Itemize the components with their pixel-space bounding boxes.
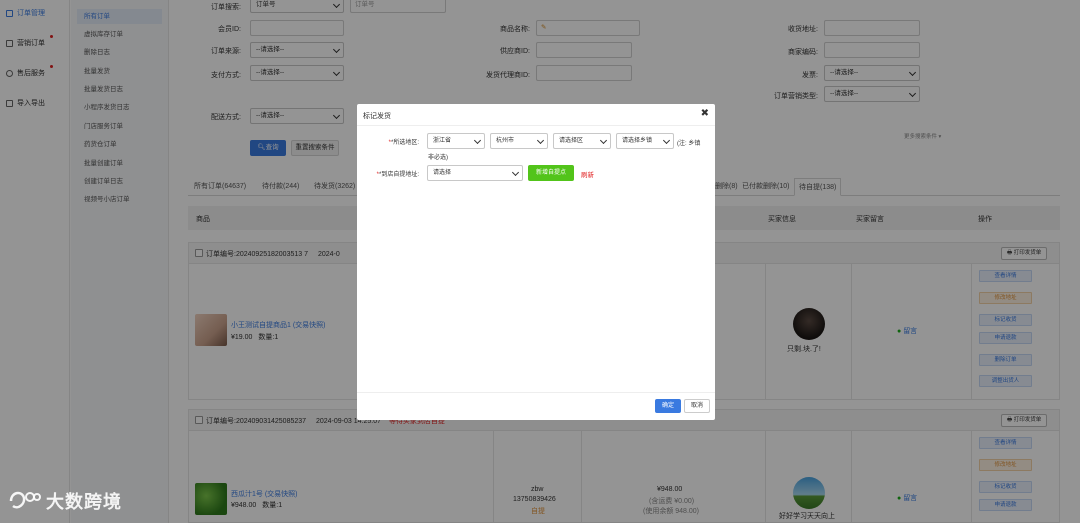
dialog-title: 标记发货 [363, 113, 391, 120]
chevron-down-icon [473, 136, 482, 145]
region-label: **所选地区: [365, 137, 419, 146]
select-value: 请选择 [433, 170, 452, 176]
pickup-address-label-text: *到店自提地址: [378, 172, 419, 178]
select-value: 请选择区 [559, 138, 584, 144]
district-select[interactable]: 请选择区 [553, 133, 611, 149]
province-select[interactable]: 浙江省 [427, 133, 485, 149]
divider [357, 392, 715, 393]
chevron-down-icon [536, 136, 545, 145]
select-value: 杭州市 [496, 138, 515, 144]
close-icon[interactable]: ✖ [701, 108, 709, 119]
watermark: 大数跨境 [8, 488, 122, 514]
pickup-address-label: **到店自提地址: [365, 169, 419, 178]
watermark-text: 大数跨境 [46, 492, 122, 512]
chevron-down-icon [511, 168, 520, 177]
mark-shipment-dialog: 标记发货 ✖ **所选地区: 浙江省 杭州市 请选择区 请选择乡镇 (注: 乡镇… [357, 104, 715, 420]
add-pickup-point-button[interactable]: 新增自提点 [528, 165, 574, 181]
cancel-button[interactable]: 取消 [684, 399, 710, 413]
city-select[interactable]: 杭州市 [490, 133, 548, 149]
region-label-text: *所选地区: [390, 140, 419, 146]
divider [357, 125, 715, 126]
watermark-logo-icon [9, 491, 41, 509]
select-value: 请选择乡镇 [622, 138, 653, 144]
refresh-link[interactable]: 刷新 [581, 169, 594, 179]
street-select[interactable]: 请选择乡镇 [616, 133, 674, 149]
confirm-button[interactable]: 确定 [655, 399, 681, 413]
note-text: (注: 乡镇 [677, 141, 701, 147]
chevron-down-icon [599, 136, 608, 145]
note-text-continued: 非必选) [428, 155, 448, 161]
select-value: 浙江省 [433, 138, 452, 144]
pickup-address-select[interactable]: 请选择 [427, 165, 523, 181]
chevron-down-icon [662, 136, 671, 145]
